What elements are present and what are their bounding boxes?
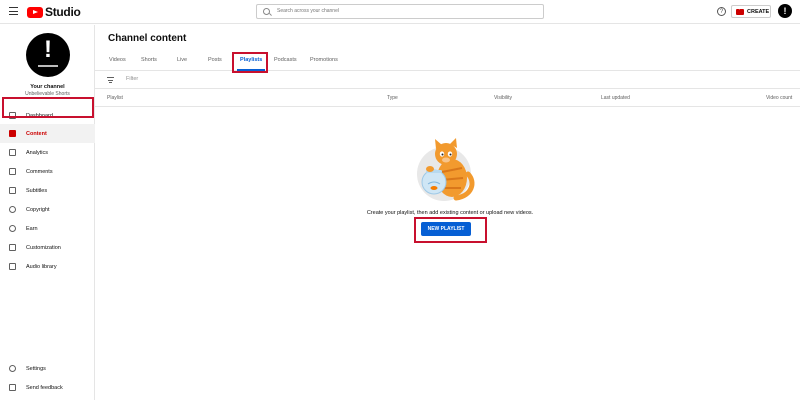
create-button[interactable]: CREATE xyxy=(731,5,771,18)
help-icon[interactable]: ? xyxy=(717,7,726,16)
sidebar-item-label: Settings xyxy=(26,365,46,372)
tab-shorts[interactable]: Shorts xyxy=(141,57,157,63)
cat-right-pupil xyxy=(449,153,452,156)
sidebar-item-label: Customization xyxy=(26,244,61,251)
logo-text: Studio xyxy=(45,5,81,19)
sidebar-item-copyright[interactable]: Copyright xyxy=(0,200,95,219)
sidebar-item-label: Content xyxy=(26,130,47,137)
channel-avatar[interactable]: ! xyxy=(26,33,70,77)
sidebar-item-label: Comments xyxy=(26,168,53,175)
studio-logo[interactable]: Studio xyxy=(27,5,81,19)
sidebar-item-label: Send feedback xyxy=(26,384,63,391)
feedback-icon xyxy=(9,384,16,391)
earn-icon xyxy=(9,225,16,232)
comments-icon xyxy=(9,168,16,175)
tab-videos[interactable]: Videos xyxy=(109,57,126,63)
hamburger-menu-icon[interactable] xyxy=(9,7,18,15)
content-tabs: Videos Shorts Live Posts Playlists Podca… xyxy=(95,52,800,71)
sidebar-item-settings[interactable]: Settings xyxy=(0,359,95,378)
sidebar-item-label: Analytics xyxy=(26,149,49,156)
filter-bar[interactable]: Filter xyxy=(95,71,800,89)
sidebar-item-audio-library[interactable]: Audio library xyxy=(0,257,95,276)
column-header-visibility[interactable]: Visibility xyxy=(494,95,512,101)
audio-library-icon xyxy=(9,263,16,270)
new-playlist-highlight-box xyxy=(414,217,487,243)
youtube-play-icon xyxy=(27,6,43,18)
top-bar: Studio Search across your channel ? CREA… xyxy=(0,0,800,24)
empty-state-illustration xyxy=(417,138,475,201)
search-icon xyxy=(263,8,270,15)
create-label: CREATE xyxy=(747,8,770,15)
playlists-tab-highlight-box xyxy=(232,52,268,73)
tab-podcasts[interactable]: Podcasts xyxy=(274,57,297,63)
cat-muzzle xyxy=(442,157,450,163)
tab-promotions[interactable]: Promotions xyxy=(310,57,338,63)
sidebar-item-content[interactable]: Content xyxy=(0,124,95,143)
copyright-icon xyxy=(9,206,16,213)
empty-state-message: Create your playlist, then add existing … xyxy=(366,210,534,216)
sidebar-item-label: Copyright xyxy=(26,206,50,213)
cat-left-pupil xyxy=(441,153,444,156)
page-title: Channel content xyxy=(108,33,187,44)
analytics-icon xyxy=(9,149,16,156)
channel-title: Your channel xyxy=(30,84,65,90)
column-header-type[interactable]: Type xyxy=(387,95,398,101)
channel-avatar-caption-mark xyxy=(38,65,58,67)
tab-posts[interactable]: Posts xyxy=(208,57,222,63)
sidebar-item-label: Earn xyxy=(26,225,38,232)
content-highlight-box xyxy=(2,97,94,118)
tab-live[interactable]: Live xyxy=(177,57,187,63)
search-input[interactable]: Search across your channel xyxy=(256,4,544,19)
column-header-last-updated[interactable]: Last updated xyxy=(601,95,630,101)
account-avatar[interactable]: ! xyxy=(778,4,792,18)
create-video-icon xyxy=(736,6,744,15)
table-header: Playlist Type Visibility Last updated Vi… xyxy=(95,89,800,107)
sidebar-item-label: Audio library xyxy=(26,263,57,270)
filter-placeholder: Filter xyxy=(126,76,139,82)
customization-icon xyxy=(9,244,16,251)
search-placeholder: Search across your channel xyxy=(277,8,339,14)
sidebar-item-send-feedback[interactable]: Send feedback xyxy=(0,378,95,397)
cat-paw xyxy=(426,166,434,172)
subtitles-icon xyxy=(9,187,16,194)
sidebar-item-customization[interactable]: Customization xyxy=(0,238,95,257)
content-icon xyxy=(9,130,16,137)
sidebar-item-label: Subtitles xyxy=(26,187,48,194)
sidebar-item-comments[interactable]: Comments xyxy=(0,162,95,181)
gear-icon xyxy=(9,365,16,372)
fish xyxy=(430,186,438,190)
filter-icon xyxy=(107,77,114,83)
sidebar-item-analytics[interactable]: Analytics xyxy=(0,143,95,162)
column-header-playlist[interactable]: Playlist xyxy=(107,95,123,101)
sidebar-item-earn[interactable]: Earn xyxy=(0,219,95,238)
sidebar-item-subtitles[interactable]: Subtitles xyxy=(0,181,95,200)
column-header-video-count[interactable]: Video count xyxy=(766,95,792,101)
channel-avatar-glyph: ! xyxy=(44,36,52,63)
